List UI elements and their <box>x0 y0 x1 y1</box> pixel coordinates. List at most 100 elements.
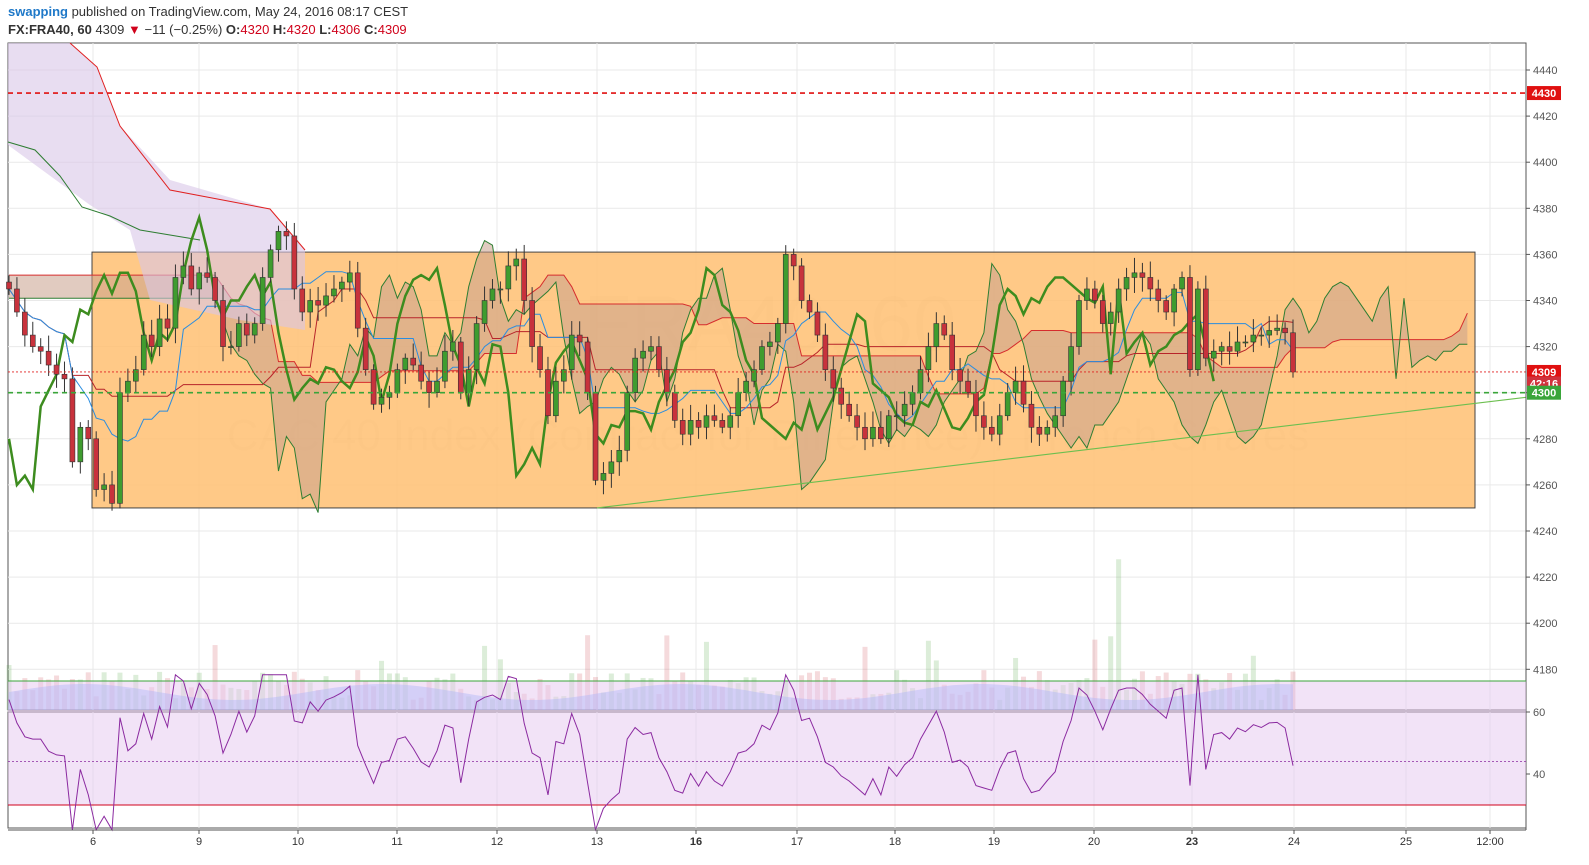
candle-up <box>909 392 916 405</box>
candle-up <box>1107 311 1114 324</box>
candle-up <box>1274 327 1280 331</box>
candle-down <box>719 420 726 428</box>
candle-down <box>695 420 702 428</box>
candle-down <box>957 369 963 382</box>
candle-down <box>14 288 20 313</box>
candle-up <box>1044 426 1051 435</box>
candle-down <box>1099 300 1106 324</box>
candle-down <box>85 426 92 440</box>
time-tick-label: 10 <box>292 836 304 848</box>
candle-up <box>442 350 448 382</box>
price-tick-label: 4280 <box>1533 434 1557 446</box>
candle-down <box>370 369 377 405</box>
candle-up <box>561 369 567 382</box>
candle-down <box>973 392 979 417</box>
time-tick-label: 18 <box>889 836 901 848</box>
rsi-tick-label: 40 <box>1533 769 1545 781</box>
candle-up <box>1210 350 1217 359</box>
candle-down <box>664 369 670 393</box>
time-tick-label: 11 <box>391 836 402 848</box>
candle-up <box>307 300 313 313</box>
candle-up <box>125 380 131 393</box>
candle-up <box>450 341 456 352</box>
candle-up <box>703 415 710 428</box>
candle-up <box>917 369 924 393</box>
candle-up <box>1258 334 1265 337</box>
candle-up <box>133 369 139 382</box>
candle-down <box>426 380 432 393</box>
candle-up <box>331 288 337 297</box>
price-chart[interactable]: FRA40, 60CAC 40 Index (Contract for Diff… <box>0 0 1589 865</box>
candle-down <box>93 438 99 490</box>
candle-up <box>1084 288 1090 301</box>
price-tick-label: 4380 <box>1533 203 1557 215</box>
candle-down <box>529 300 535 347</box>
candle-up <box>1004 392 1011 417</box>
price-tick-label: 4320 <box>1533 342 1557 354</box>
candle-down <box>537 346 543 370</box>
candle-up <box>568 334 575 370</box>
candle-down <box>798 265 805 301</box>
candle-down <box>410 357 417 366</box>
candle-up <box>782 254 789 324</box>
price-tick-label: 4440 <box>1533 65 1557 77</box>
candle-up <box>648 346 654 352</box>
candle-down <box>22 311 28 336</box>
time-tick-label: 13 <box>591 836 603 848</box>
candle-down <box>965 380 971 393</box>
candle-up <box>1171 288 1177 313</box>
candle-down <box>37 346 44 352</box>
candle-down <box>521 258 527 301</box>
candle-up <box>236 323 242 347</box>
candle-up <box>481 300 488 324</box>
candle-down <box>592 392 599 481</box>
candle-up <box>228 346 234 348</box>
candle-down <box>1187 277 1193 370</box>
candle-up <box>497 288 504 291</box>
candle-down <box>846 403 852 417</box>
candle-down <box>457 341 464 393</box>
candle-up <box>1052 415 1059 428</box>
candle-up <box>267 249 274 278</box>
candle-up <box>505 265 512 290</box>
candle-up <box>140 334 147 370</box>
candle-down <box>656 346 662 370</box>
candle-down <box>949 334 955 370</box>
candle-down <box>188 265 195 290</box>
candle-up <box>1076 300 1082 347</box>
candle-down <box>1092 288 1098 301</box>
candle-down <box>941 323 948 336</box>
candle-down <box>1163 300 1169 313</box>
candle-down <box>53 364 60 375</box>
candle-up <box>1131 272 1138 278</box>
candle-up <box>1266 330 1273 336</box>
candle-up <box>735 392 741 417</box>
candle-down <box>838 387 845 405</box>
candle-down <box>109 484 115 504</box>
candle-up <box>1242 341 1249 344</box>
candle-down <box>576 334 583 343</box>
candle-up <box>1068 346 1074 382</box>
candle-down <box>711 415 718 421</box>
candle-down <box>1028 403 1035 428</box>
candle-down <box>878 426 884 440</box>
candle-up <box>259 277 266 324</box>
candle-up <box>600 473 607 481</box>
candle-up <box>893 415 900 418</box>
candle-up <box>196 272 203 290</box>
candle-down <box>1226 346 1233 352</box>
candle-up <box>1123 277 1130 290</box>
candle-down <box>1203 288 1209 359</box>
candle-up <box>616 450 623 463</box>
candle-down <box>69 378 76 463</box>
candle-down <box>29 334 36 347</box>
candle-down <box>989 426 995 435</box>
candle-down <box>1290 332 1296 373</box>
candle-up <box>1195 288 1201 370</box>
candle-down <box>164 318 171 329</box>
candle-down <box>822 334 829 370</box>
candle-down <box>862 426 868 440</box>
candle-up <box>101 484 107 490</box>
candle-up <box>996 415 1003 435</box>
candle-up <box>402 357 409 370</box>
